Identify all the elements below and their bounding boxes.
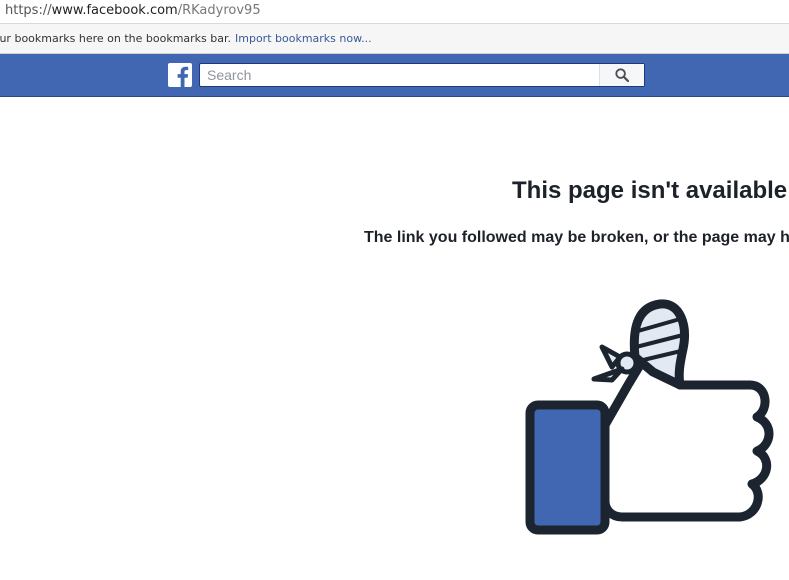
facebook-f-icon[interactable] (168, 63, 192, 87)
import-bookmarks-link[interactable]: Import bookmarks now... (235, 24, 372, 53)
search-input[interactable] (200, 64, 600, 86)
bookmarks-message: our bookmarks here on the bookmarks bar. (0, 32, 231, 45)
address-bar[interactable]: https://www.facebook.com/RKadyrov95 (0, 0, 789, 24)
magnifier-icon (615, 68, 629, 82)
error-description: The link you followed may be broken, or … (364, 229, 789, 246)
main-content: This page isn't available The link you f… (0, 97, 789, 580)
broken-thumb-up-icon (525, 299, 774, 535)
bookmarks-bar: our bookmarks here on the bookmarks bar.… (0, 24, 789, 54)
search-box (199, 63, 645, 87)
url-path: /RKadyrov95 (177, 3, 261, 18)
url-host: www.facebook.com (51, 3, 178, 18)
url-scheme: https:// (5, 3, 52, 18)
page-title: This page isn't available (512, 177, 788, 204)
facebook-header (0, 54, 789, 97)
search-button[interactable] (599, 64, 644, 86)
